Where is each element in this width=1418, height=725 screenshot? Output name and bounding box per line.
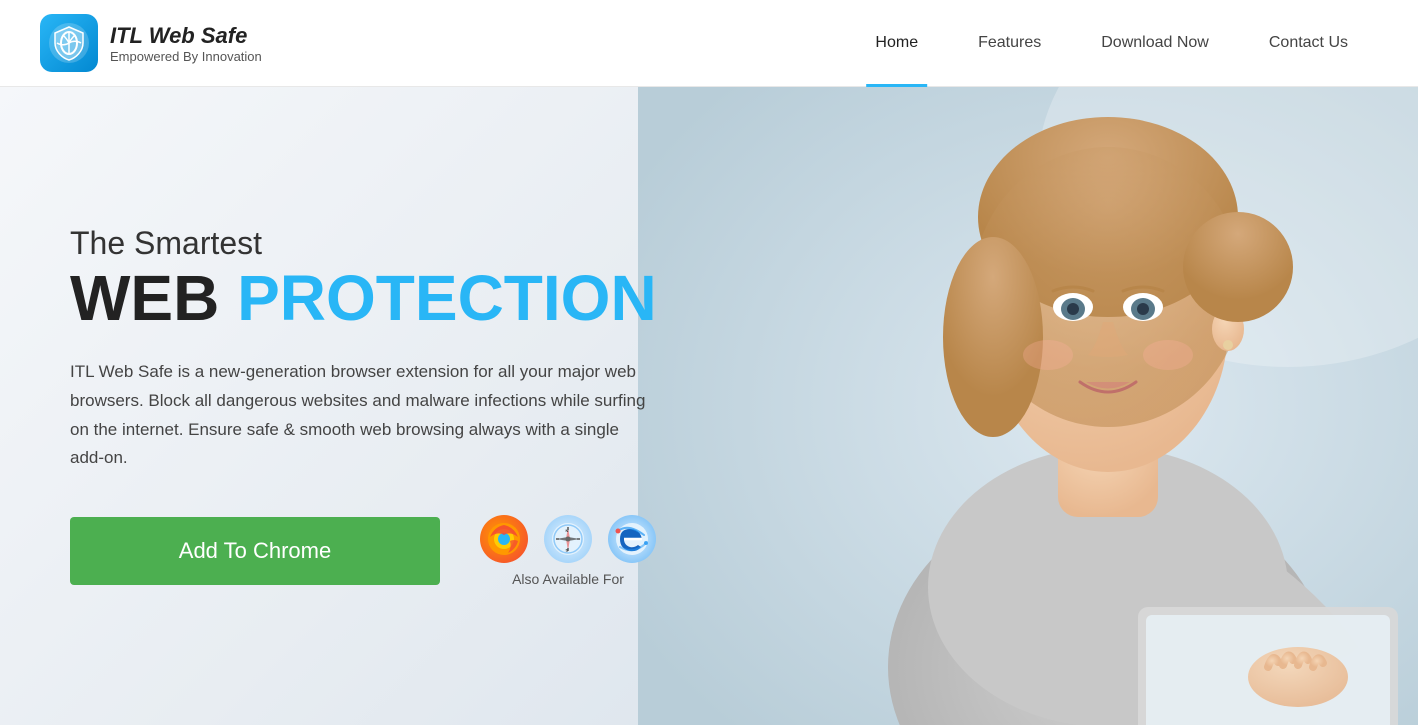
hero-title-black: WEB: [70, 262, 237, 334]
add-to-chrome-button[interactable]: Add To Chrome: [70, 517, 440, 585]
hero-content: The Smartest WEB PROTECTION ITL Web Safe…: [0, 225, 657, 588]
browser-icons-row: N S: [480, 515, 656, 563]
hero-title: WEB PROTECTION: [70, 266, 657, 330]
hero-title-blue: PROTECTION: [237, 262, 657, 334]
logo-subtitle: Empowered By Innovation: [110, 49, 262, 64]
ie-icon[interactable]: [608, 515, 656, 563]
logo-area: ITL Web Safe Empowered By Innovation: [40, 14, 262, 72]
nav-item-home[interactable]: Home: [845, 0, 948, 87]
also-available-text: Also Available For: [512, 571, 624, 587]
svg-text:S: S: [566, 548, 569, 553]
hero-section: The Smartest WEB PROTECTION ITL Web Safe…: [0, 87, 1418, 725]
hero-subtitle: The Smartest: [70, 225, 657, 262]
firefox-icon[interactable]: [480, 515, 528, 563]
logo-title: ITL Web Safe: [110, 23, 262, 49]
hero-background-image: [638, 87, 1418, 725]
logo-icon: [40, 14, 98, 72]
hero-description: ITL Web Safe is a new-generation browser…: [70, 358, 650, 474]
main-nav: Home Features Download Now Contact Us: [845, 0, 1378, 87]
safari-icon[interactable]: N S: [544, 515, 592, 563]
browser-icons-group: N S: [480, 515, 656, 587]
woman-figure: [638, 87, 1418, 725]
svg-text:N: N: [566, 528, 569, 533]
nav-item-download[interactable]: Download Now: [1071, 0, 1239, 87]
header: ITL Web Safe Empowered By Innovation Hom…: [0, 0, 1418, 87]
hero-actions: Add To Chrome: [70, 515, 657, 587]
nav-item-features[interactable]: Features: [948, 0, 1071, 87]
logo-text: ITL Web Safe Empowered By Innovation: [110, 23, 262, 64]
nav-item-contact[interactable]: Contact Us: [1239, 0, 1378, 87]
